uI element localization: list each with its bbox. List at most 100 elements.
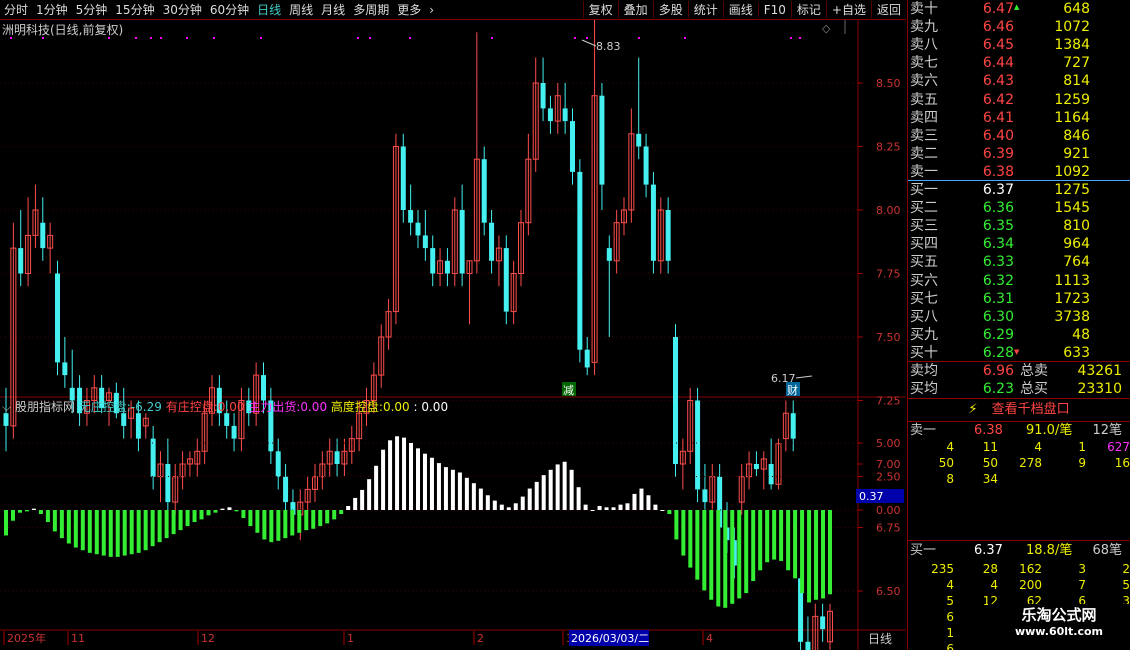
candle[interactable] [150,425,156,490]
order-book-row[interactable]: 卖六 6.43 814 [910,72,1130,90]
candle[interactable] [40,197,46,261]
candle[interactable] [186,451,193,477]
candle[interactable] [253,362,260,426]
toolbar-btn-1[interactable]: 叠加 [617,1,653,18]
toolbar-btn-6[interactable]: 标记 [790,1,826,18]
period-tab-9[interactable]: 多周期 [349,1,393,18]
candle[interactable] [643,133,649,198]
candle[interactable] [628,108,635,223]
candle[interactable] [584,337,590,376]
finance-marker[interactable]: 财 [786,382,800,397]
order-book-row[interactable]: 买七 6.31 1723 [910,290,1130,308]
candle[interactable] [518,210,524,287]
candle[interactable] [525,133,532,236]
candle[interactable] [25,197,32,287]
candle[interactable] [444,248,450,287]
candle[interactable] [679,438,686,490]
candle[interactable] [283,464,289,515]
candle[interactable] [304,476,311,515]
candle[interactable] [319,451,326,490]
collapse-icon[interactable]: ⌵ [2,400,11,414]
candle[interactable] [466,260,473,325]
reduce-marker[interactable]: 减 [562,382,576,397]
order-book-row[interactable]: 买六 6.32 1113 [910,272,1130,290]
toolbar-btn-0[interactable]: 复权 [582,1,618,18]
period-tab-8[interactable]: 月线 [317,1,349,18]
period-tab-2[interactable]: 5分钟 [72,1,112,18]
candle[interactable] [142,413,149,439]
order-book-row[interactable]: 卖八 6.45 1384 [910,36,1130,54]
order-book-row[interactable]: 卖二 6.39 921 [910,145,1130,163]
order-book-row[interactable]: 卖十 6.47 648 [910,0,1130,18]
order-book-row[interactable]: 买十 6.28 633 [910,344,1130,362]
candle[interactable] [613,210,620,274]
order-book-row[interactable]: 买三 6.35 810 [910,217,1130,235]
candle[interactable] [459,184,465,287]
candle[interactable] [422,210,428,261]
candle[interactable] [415,210,421,249]
candle[interactable] [179,451,186,490]
candle[interactable] [547,95,553,134]
order-book-row[interactable]: 买九 6.29 48 [910,326,1130,344]
period-label[interactable]: 日线 [868,632,892,646]
candle[interactable] [32,184,39,249]
candle[interactable] [540,57,546,122]
candle[interactable] [782,400,789,452]
order-book-row[interactable]: 卖一 6.38 1092 [910,163,1130,181]
candle[interactable] [621,197,627,236]
candle[interactable] [591,20,598,376]
order-book-row[interactable]: 卖九 6.46 1072 [910,18,1130,36]
candle[interactable] [768,438,774,490]
candle[interactable] [172,464,179,515]
candle[interactable] [554,83,561,134]
chart-area[interactable]: ◇ 8.50 8.25 8.00 7.75 7.50 7.25 7.00 6.75 6.50 8.8… [0,20,906,650]
candle[interactable] [606,235,612,337]
candle[interactable] [451,197,458,287]
candle[interactable] [657,197,664,274]
toolbar-btn-4[interactable]: 画线 [722,1,758,18]
candle[interactable] [334,438,340,477]
candle[interactable] [820,603,826,642]
order-book-row[interactable]: 买五 6.33 764 [910,253,1130,271]
order-book-row[interactable]: 卖四 6.41 1164 [910,109,1130,127]
order-book-row[interactable]: 卖五 6.42 1259 [910,91,1130,109]
candle[interactable] [738,464,745,515]
candle[interactable] [695,387,701,503]
candle[interactable] [275,438,281,490]
depth-link[interactable]: ⚡ 查看千档盘口 [908,399,1130,421]
order-book-row[interactable]: 买二 6.36 1545 [910,199,1130,217]
candle[interactable] [790,400,796,452]
candle[interactable] [194,438,201,477]
period-tab-5[interactable]: 60分钟 [206,1,253,18]
toolbar-btn-7[interactable]: +自选 [825,1,871,18]
candle[interactable] [55,260,60,376]
candle[interactable] [827,603,833,650]
period-tab-1[interactable]: 1分钟 [32,1,72,18]
candle[interactable] [673,324,678,477]
period-tab-7[interactable]: 周线 [285,1,317,18]
toolbar-btn-2[interactable]: 多股 [652,1,688,18]
candle[interactable] [636,57,642,160]
order-book-row[interactable]: 买四 6.34 964 [910,235,1130,253]
candle[interactable] [231,413,237,452]
more-arrow-icon[interactable]: › [425,3,438,17]
period-tab-6[interactable]: 日线 [253,1,285,18]
candle[interactable] [562,83,568,134]
candle[interactable] [577,159,583,363]
candle[interactable] [400,133,406,223]
period-tab-4[interactable]: 30分钟 [159,1,206,18]
candle[interactable] [495,235,502,287]
candle[interactable] [753,451,759,477]
candle[interactable] [312,464,318,503]
diamond-icon[interactable]: ◇ [822,22,831,35]
candle[interactable] [650,171,656,274]
candle[interactable] [510,260,517,325]
candle[interactable] [570,108,575,185]
candle[interactable] [489,210,495,274]
candle[interactable] [378,324,385,388]
candle[interactable] [746,451,753,490]
candle[interactable] [481,146,487,236]
candle[interactable] [18,210,24,287]
order-book-row[interactable]: 卖三 6.40 846 [910,127,1130,145]
candle[interactable] [687,387,694,464]
